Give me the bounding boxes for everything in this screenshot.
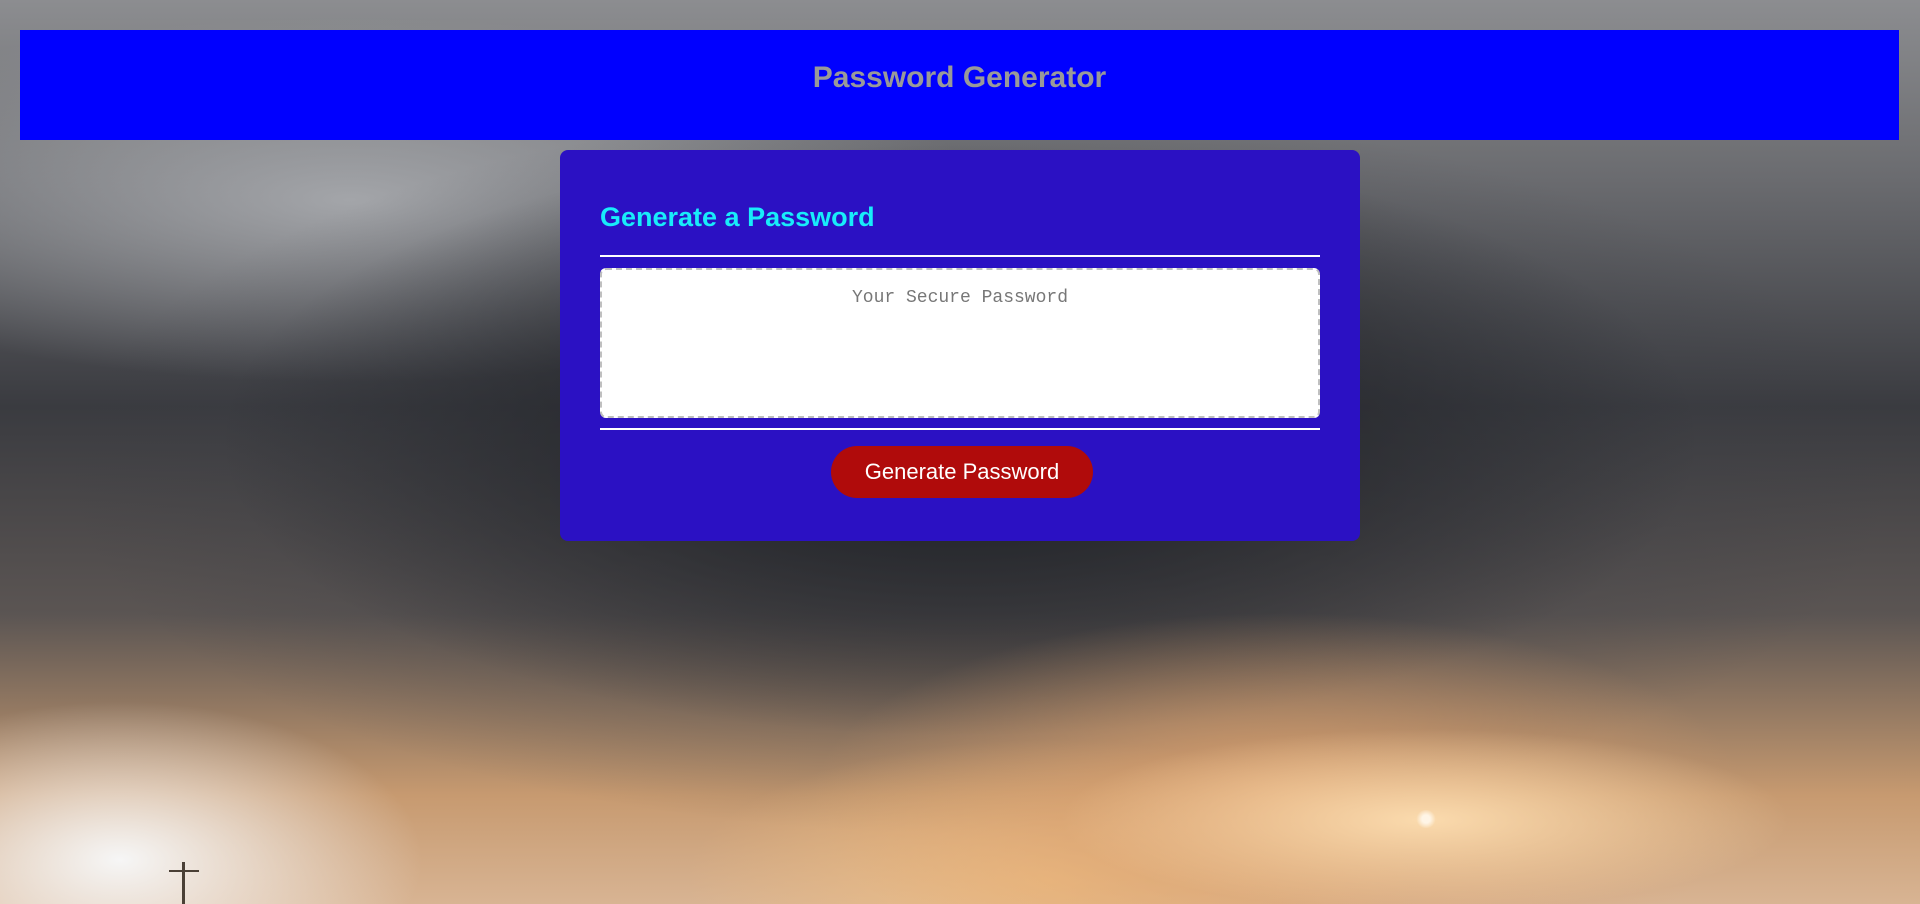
utility-pole-crossbar xyxy=(169,870,199,872)
page-header: Password Generator xyxy=(20,30,1899,140)
utility-pole-post xyxy=(182,862,185,904)
page-title: Password Generator xyxy=(812,61,1107,94)
card-title: Generate a Password xyxy=(600,202,875,232)
background-light-spot xyxy=(1416,810,1436,828)
password-output-field[interactable] xyxy=(600,268,1320,418)
card-divider-top xyxy=(600,255,1320,257)
password-card: Generate a Password Generate Password xyxy=(560,150,1360,541)
card-divider-bottom xyxy=(600,428,1320,430)
utility-pole xyxy=(165,862,205,904)
generate-password-button[interactable]: Generate Password xyxy=(831,446,1093,498)
